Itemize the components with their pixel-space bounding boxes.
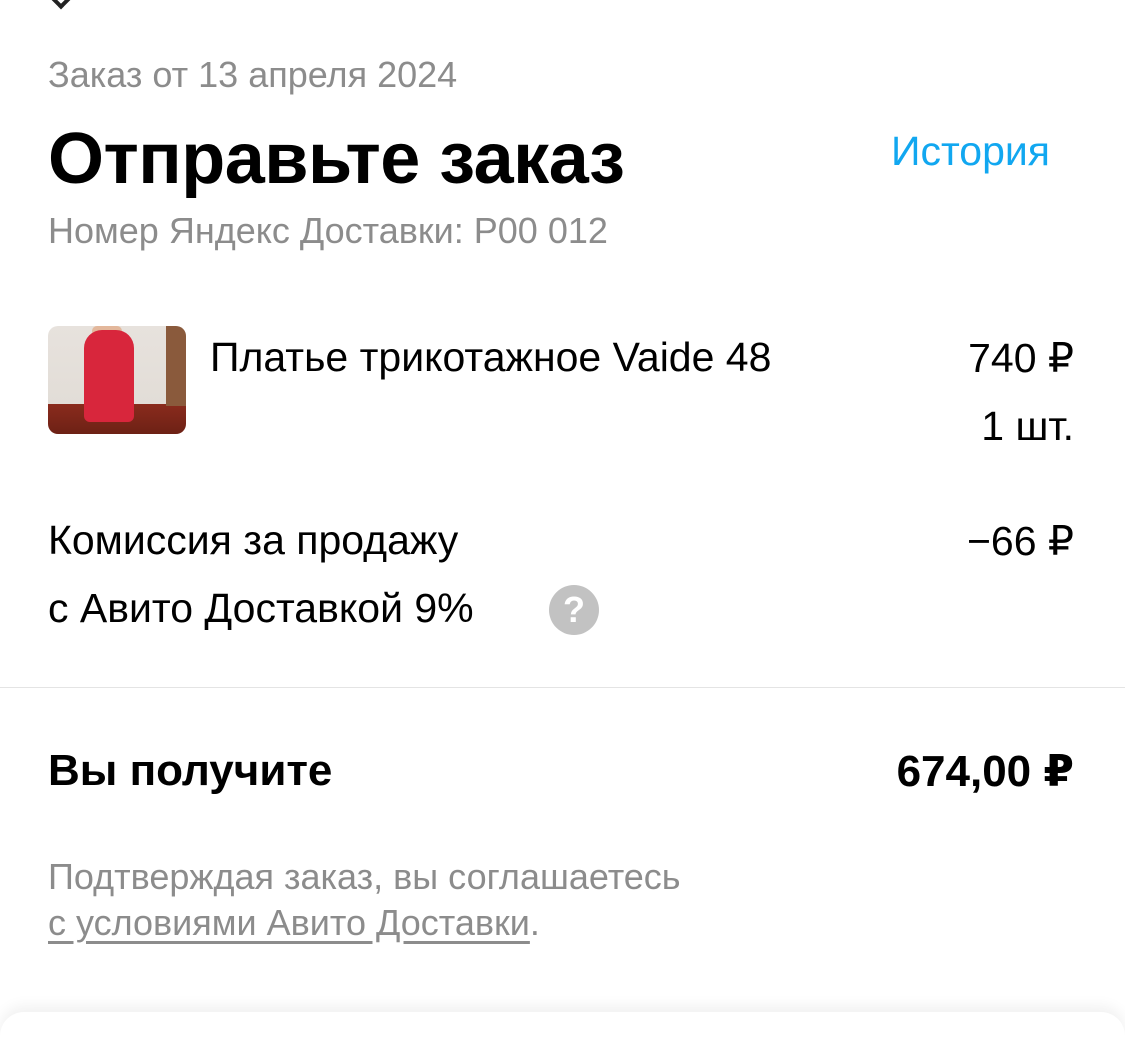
- agreement-period: .: [529, 902, 540, 943]
- agreement-link-line: с условиями Авито Доставки.: [48, 902, 540, 944]
- thumbnail-dress: [84, 330, 134, 422]
- bottom-sheet-edge: [0, 1012, 1125, 1044]
- order-screen: Заказ от 13 апреля 2024 Отправьте заказ …: [0, 0, 1125, 1044]
- item-name: Платье трикотажное Vaide 48: [210, 334, 772, 380]
- commission-sublabel: с Авито Доставкой 9%: [48, 585, 474, 631]
- history-link[interactable]: История: [891, 128, 1050, 175]
- item-thumbnail[interactable]: [48, 326, 186, 434]
- commission-label: Комиссия за продажу: [48, 517, 459, 563]
- back-chevron-icon[interactable]: [42, 0, 80, 10]
- page-title: Отправьте заказ: [48, 119, 625, 199]
- item-quantity: 1 шт.: [981, 403, 1074, 449]
- thumbnail-door-frame: [166, 326, 186, 406]
- help-icon[interactable]: ?: [549, 585, 599, 635]
- divider: [0, 687, 1125, 688]
- item-price: 740 ₽: [968, 335, 1074, 381]
- terms-link[interactable]: с условиями Авито Доставки: [48, 902, 530, 943]
- commission-amount: −66 ₽: [966, 518, 1074, 564]
- agreement-text: Подтверждая заказ, вы соглашаетесь: [48, 856, 681, 897]
- total-label: Вы получите: [48, 746, 333, 795]
- total-amount: 674,00 ₽: [896, 747, 1074, 796]
- delivery-number: Номер Яндекс Доставки: P00 012: [48, 210, 698, 252]
- order-date: Заказ от 13 апреля 2024: [48, 54, 458, 95]
